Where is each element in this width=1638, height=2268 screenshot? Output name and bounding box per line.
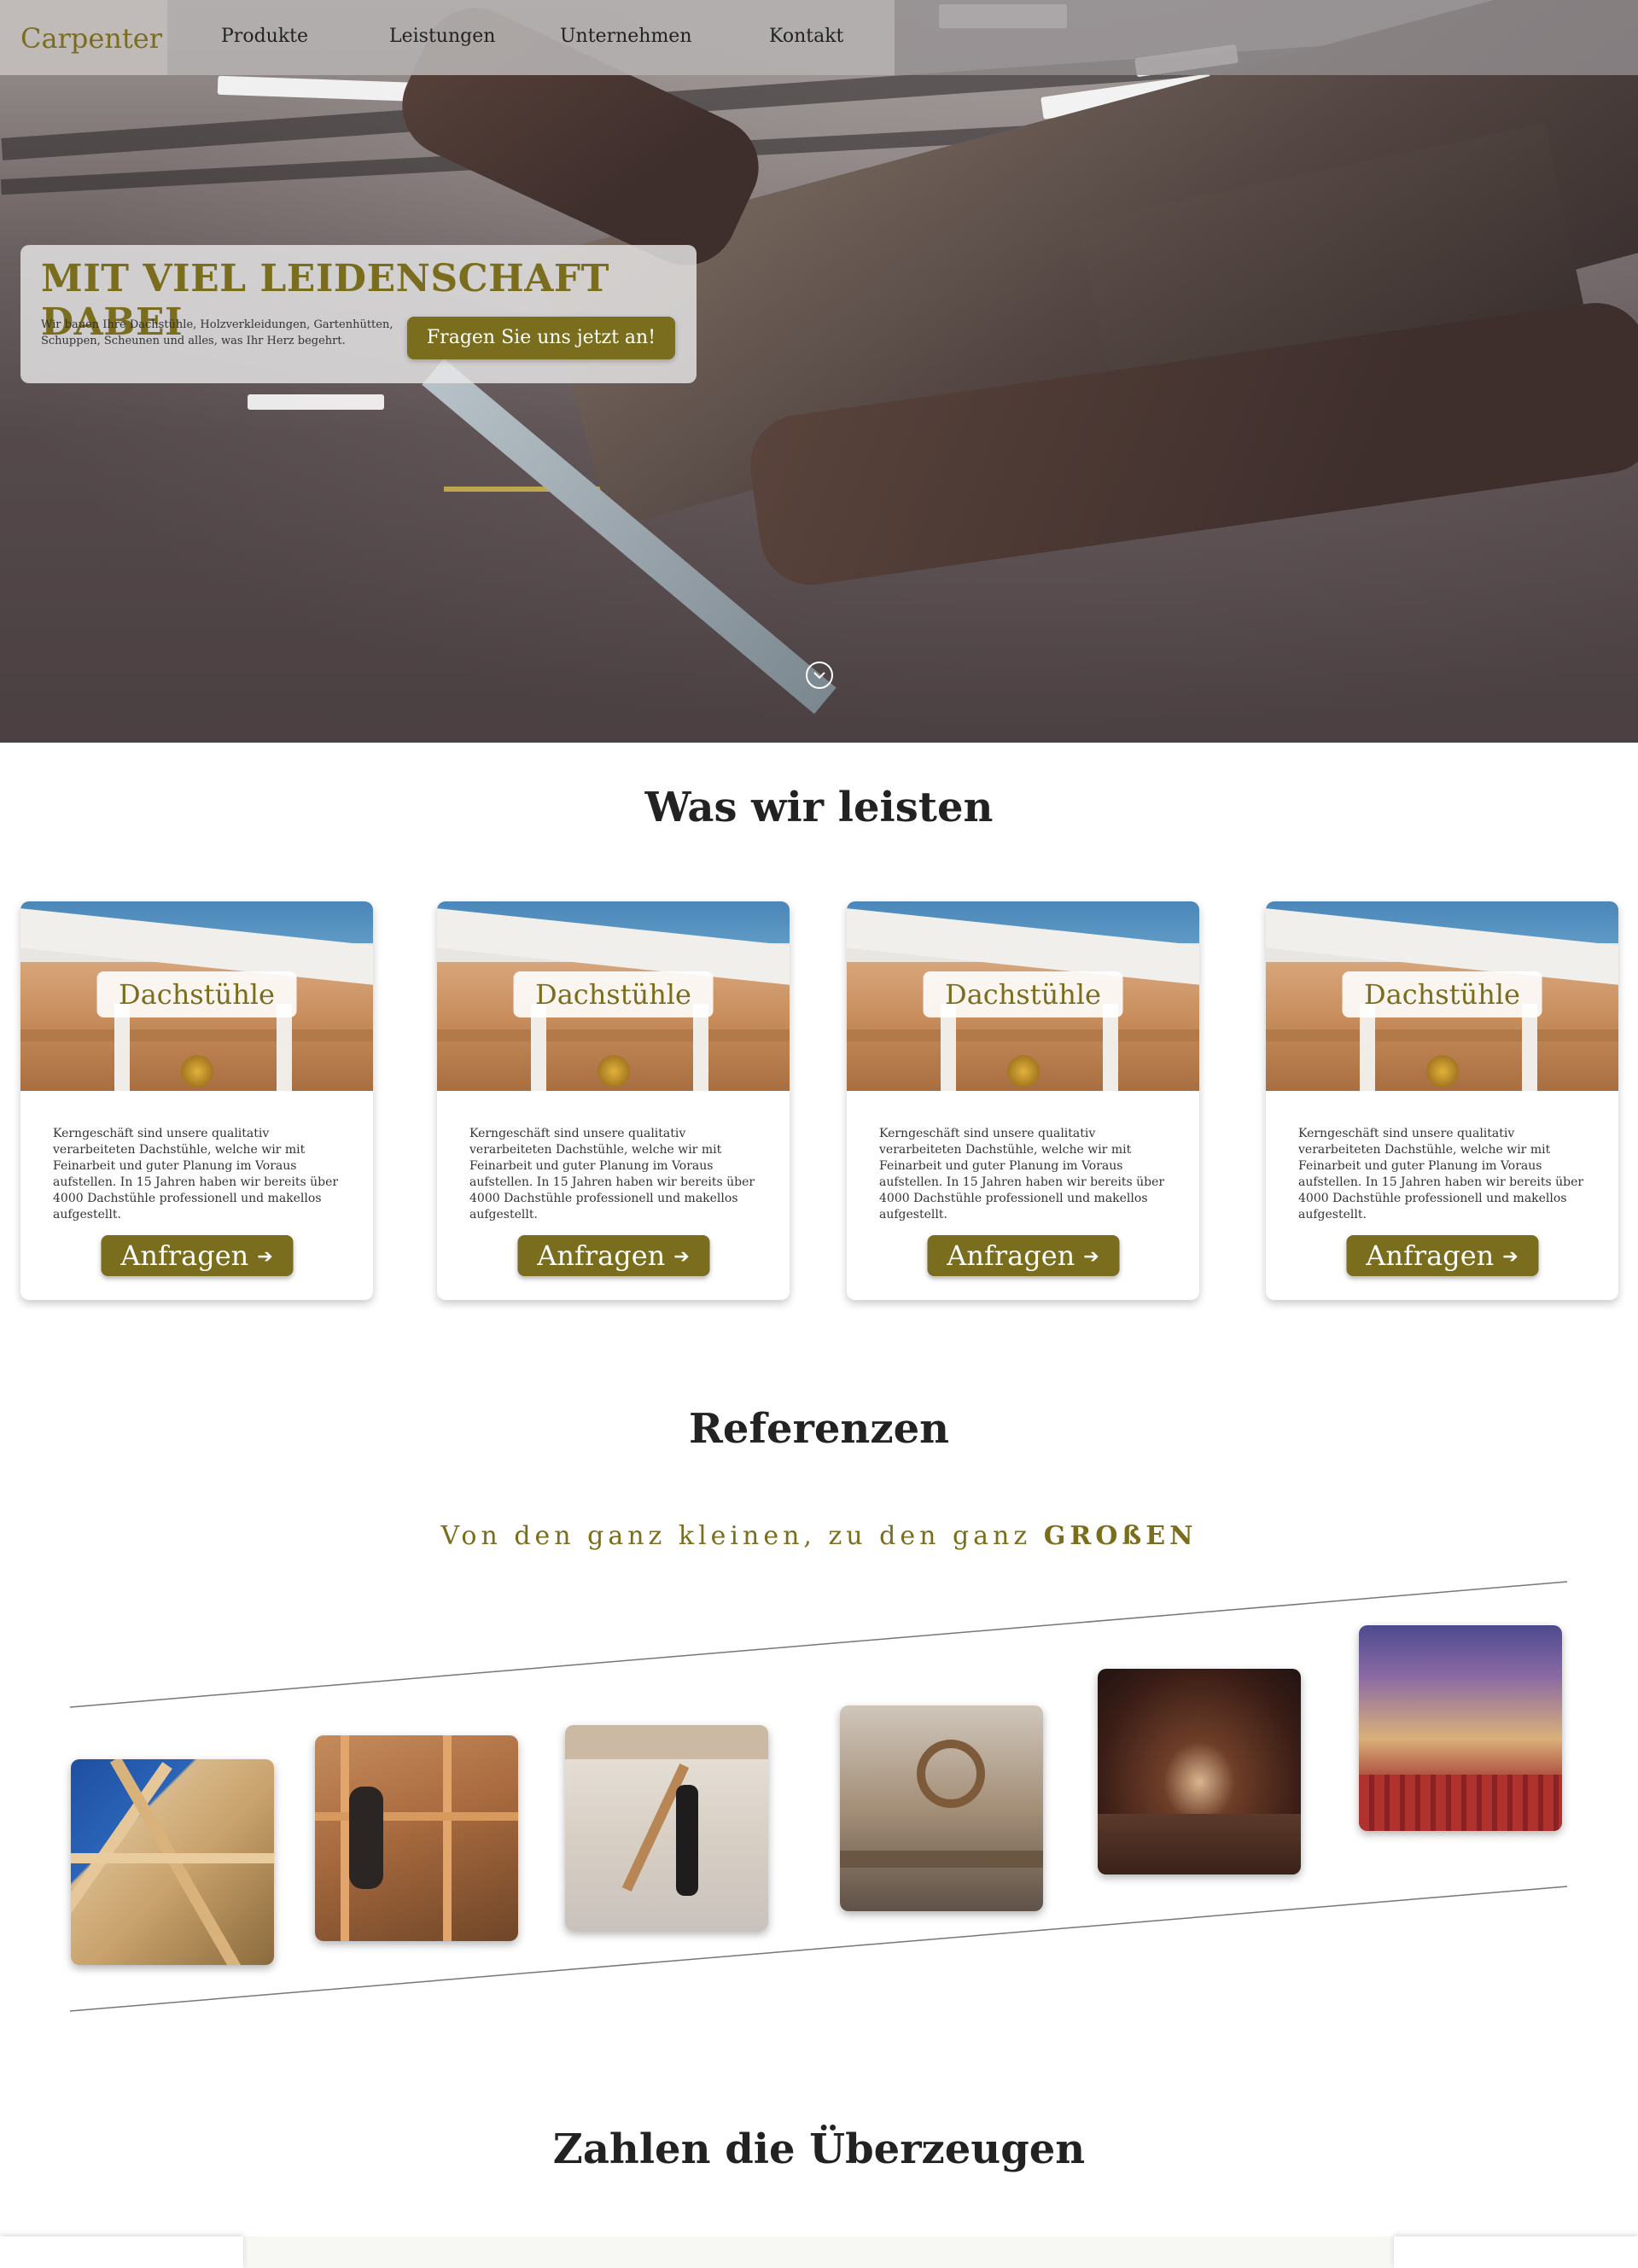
service-description: Kerngeschäft sind unsere qualitativ vera… <box>879 1127 1165 1221</box>
service-card: Dachstühle Kerngeschäft sind unsere qual… <box>847 901 1199 1300</box>
beam-shape <box>847 1029 1199 1041</box>
beam-shape <box>20 1029 373 1041</box>
top-navbar: Carpenter Produkte Leistungen Unternehme… <box>0 0 1638 75</box>
photo-seats <box>1359 1775 1562 1831</box>
inquire-button[interactable]: Anfragen ➔ <box>927 1235 1119 1276</box>
chevron-down-circle-icon[interactable] <box>806 662 833 689</box>
service-label: Dachstühle <box>96 971 297 1017</box>
arrow-right-icon: ➔ <box>1083 1246 1099 1268</box>
stats-card <box>1394 2236 1638 2268</box>
photo-floor <box>1098 1814 1301 1874</box>
nav-item-unternehmen[interactable]: Unternehmen <box>560 26 692 47</box>
brand-box: Carpenter <box>0 0 167 75</box>
reference-photo-wooden-structure[interactable] <box>71 1759 274 1965</box>
inquire-button-label: Anfragen <box>537 1239 666 1272</box>
photo-beam <box>443 1735 452 1941</box>
reference-photo-hall[interactable] <box>565 1725 768 1931</box>
beam-shape <box>437 1029 790 1041</box>
inquire-button[interactable]: Anfragen ➔ <box>1346 1235 1538 1276</box>
stats-strip <box>0 2236 1638 2268</box>
service-label: Dachstühle <box>923 971 1123 1017</box>
hero-bg-light <box>248 394 384 410</box>
service-label: Dachstühle <box>513 971 714 1017</box>
photo-bench <box>840 1851 1043 1868</box>
service-label: Dachstühle <box>1342 971 1542 1017</box>
arrow-right-icon: ➔ <box>673 1246 690 1268</box>
stats-card <box>0 2236 243 2268</box>
reference-photo-covered-bridge[interactable] <box>1098 1669 1301 1874</box>
inquire-button[interactable]: Anfragen ➔ <box>517 1235 709 1276</box>
photo-beam <box>341 1735 349 1941</box>
nav-item-leistungen[interactable]: Leistungen <box>389 26 495 47</box>
reference-photo-scaffold[interactable] <box>315 1735 518 1941</box>
references-subtitle-text: Von den ganz kleinen, zu den ganz <box>440 1521 1044 1551</box>
service-card: Dachstühle Kerngeschäft sind unsere qual… <box>437 901 790 1300</box>
service-image: Dachstühle <box>437 901 790 1091</box>
references-subtitle-emphasis: GROßEN <box>1043 1521 1198 1551</box>
fitting-shape <box>181 1055 213 1087</box>
fitting-shape <box>597 1055 630 1087</box>
service-card: Dachstühle Kerngeschäft sind unsere qual… <box>20 901 373 1300</box>
beam-shape <box>1266 1029 1618 1041</box>
inquire-button-label: Anfragen <box>120 1239 249 1272</box>
photo-beam <box>315 1812 518 1821</box>
photo-person <box>349 1787 383 1889</box>
service-description: Kerngeschäft sind unsere qualitativ vera… <box>53 1127 339 1221</box>
service-description: Kerngeschäft sind unsere qualitativ vera… <box>1298 1127 1584 1221</box>
service-image: Dachstühle <box>847 901 1199 1091</box>
fitting-shape <box>1426 1055 1459 1087</box>
arrow-right-icon: ➔ <box>257 1246 273 1268</box>
photo-beam <box>71 1853 274 1863</box>
service-card: Dachstühle Kerngeschäft sind unsere qual… <box>1266 901 1618 1300</box>
service-image: Dachstühle <box>20 901 373 1091</box>
references-subtitle: Von den ganz kleinen, zu den ganz GROßEN <box>0 1521 1638 1551</box>
inquire-button-label: Anfragen <box>1366 1239 1495 1272</box>
service-description: Kerngeschäft sind unsere qualitativ vera… <box>469 1127 755 1221</box>
photo-beam <box>71 1762 172 1965</box>
reference-photo-workshop[interactable] <box>840 1705 1043 1911</box>
services-title: Was wir leisten <box>644 784 994 831</box>
photo-person <box>676 1785 698 1896</box>
photo-ceiling <box>565 1725 768 1759</box>
reference-photo-theater[interactable] <box>1359 1625 1562 1831</box>
hero-card: MIT VIEL LEIDENSCHAFT DABEI Wir bauen Ih… <box>20 245 697 383</box>
inquire-button-label: Anfragen <box>947 1239 1075 1272</box>
stats-title: Zahlen die Überzeugen <box>552 2125 1086 2173</box>
brand-logo[interactable]: Carpenter <box>20 22 162 55</box>
hero-section: Carpenter Produkte Leistungen Unternehme… <box>0 0 1638 743</box>
references-title: Referenzen <box>688 1405 950 1453</box>
arrow-right-icon: ➔ <box>1502 1246 1519 1268</box>
service-image: Dachstühle <box>1266 901 1618 1091</box>
photo-wheel <box>917 1740 985 1808</box>
nav-menu: Produkte Leistungen Unternehmen Kontakt <box>167 0 895 75</box>
fitting-shape <box>1007 1055 1040 1087</box>
inquire-button[interactable]: Anfragen ➔ <box>101 1235 293 1276</box>
nav-item-kontakt[interactable]: Kontakt <box>769 26 843 47</box>
hero-description: Wir bauen Ihre Dachstühle, Holzverkleidu… <box>41 318 393 347</box>
contact-cta-button[interactable]: Fragen Sie uns jetzt an! <box>407 317 675 359</box>
nav-item-produkte[interactable]: Produkte <box>221 26 308 47</box>
